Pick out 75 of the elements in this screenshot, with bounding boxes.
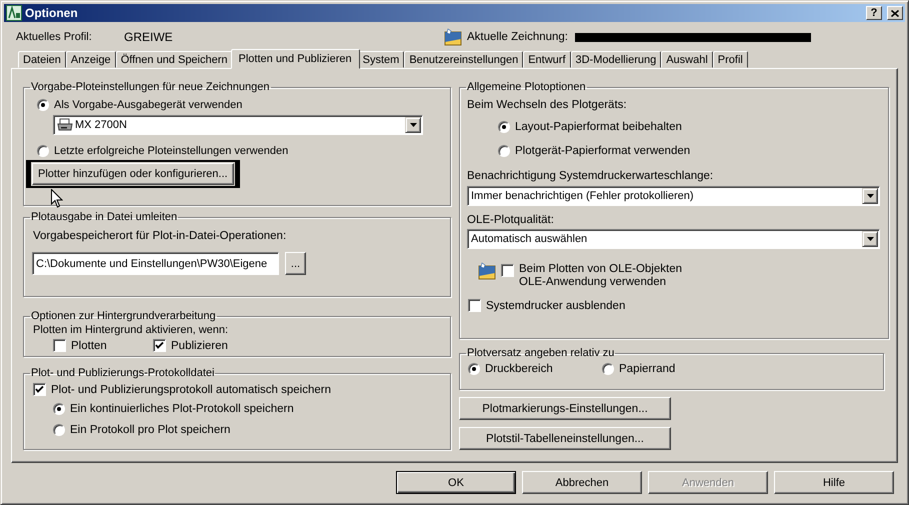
radio-button[interactable]: [498, 145, 510, 157]
app-icon: [6, 5, 22, 21]
settings-button[interactable]: Plotstil-Tabelleneinstellungen...: [459, 427, 671, 450]
window-title: Optionen: [25, 6, 79, 20]
radio-label: Als Vorgabe-Ausgabegerät verwenden: [54, 99, 242, 111]
caret-icon: [866, 194, 874, 198]
radio-label: Ein kontinuierliches Plot-Protokoll speichern: [70, 403, 294, 415]
checkbox-label: Beim Plotten von OLE-Objekten OLE-Anwendung verwenden: [519, 263, 682, 288]
checkbox-label: Publizieren: [171, 340, 228, 352]
tab[interactable]: Öffnen und Speichern: [116, 51, 233, 68]
section-label: Beim Wechseln des Plotgeräts:: [467, 99, 628, 111]
radio-label: Papierrand: [619, 363, 676, 375]
radio-button[interactable]: [468, 363, 480, 375]
dialog-button[interactable]: Abbrechen: [522, 471, 642, 494]
help-button[interactable]: ?: [866, 6, 882, 20]
radio-label: Letzte erfolgreiche Ploteinstellungen verwenden: [54, 145, 288, 157]
field-label: Vorgabespeicherort für Plot-in-Datei-Operationen:: [33, 230, 288, 242]
radio-button[interactable]: [37, 99, 49, 111]
dialog-button[interactable]: OK: [396, 471, 516, 494]
caret-icon: [410, 123, 416, 127]
settings-button[interactable]: Plotmarkierungs-Einstellungen...: [459, 397, 671, 420]
dropdown[interactable]: Automatisch auswählen: [467, 229, 880, 249]
dropdown-arrow-button[interactable]: [862, 188, 878, 204]
group-title: Plotausgabe in Datei umleiten: [30, 211, 178, 223]
path-field[interactable]: C:\Dokumente und Einstellungen\PW30\Eigene: [32, 252, 279, 275]
close-button[interactable]: [887, 6, 903, 20]
checkbox[interactable]: [53, 339, 66, 352]
radio-button[interactable]: [53, 403, 65, 415]
tab[interactable]: Profil: [712, 51, 748, 68]
browse-button[interactable]: ...: [285, 252, 306, 275]
checkbox[interactable]: [468, 299, 481, 312]
checkbox[interactable]: [33, 383, 46, 396]
section-label: Plotten im Hintergrund aktivieren, wenn:: [33, 324, 230, 336]
drawing-file-icon: [444, 28, 462, 46]
tab[interactable]: Anzeige: [66, 51, 116, 68]
radio-button[interactable]: [37, 145, 49, 157]
dropdown[interactable]: MX 2700N: [53, 115, 423, 135]
group-title: Plotversatz angeben relativ zu: [466, 347, 616, 359]
dropdown-arrow-button[interactable]: [405, 117, 421, 133]
tab[interactable]: 3D-Modellierung: [570, 51, 662, 68]
dialog-button[interactable]: Hilfe: [774, 471, 894, 494]
radio-label: Layout-Papierformat beibehalten: [515, 121, 682, 133]
tab[interactable]: Auswahl: [661, 51, 713, 68]
checkbox-label: Plot- und Publizierungsprotokoll automatisch speichern: [51, 384, 331, 396]
radio-button[interactable]: [53, 424, 65, 436]
section-label: OLE-Plotqualität:: [467, 214, 555, 226]
caret-icon: [866, 237, 874, 241]
printer-icon: [57, 118, 73, 132]
radio-button[interactable]: [498, 121, 510, 133]
checkbox[interactable]: [501, 264, 514, 277]
group-title: Allgemeine Plotoptionen: [466, 81, 587, 93]
profile-name: GREIWE: [124, 30, 174, 44]
drawing-label: Aktuelle Zeichnung:: [467, 31, 570, 43]
checkbox-label: Systemdrucker ausblenden: [486, 300, 626, 312]
tab[interactable]: System: [358, 51, 404, 68]
checkbox[interactable]: [153, 339, 166, 352]
radio-label: Plotgerät-Papierformat verwenden: [515, 145, 690, 157]
add-plotter-button[interactable]: Plotter hinzufügen oder konfigurieren...: [32, 163, 234, 185]
dropdown[interactable]: Immer benachrichtigen (Fehler protokollieren): [467, 186, 880, 206]
radio-button[interactable]: [602, 363, 614, 375]
dropdown-arrow-button[interactable]: [862, 231, 878, 247]
group-title: Vorgabe-Ploteinstellungen für neue Zeichnungen: [30, 81, 271, 93]
tab[interactable]: Dateien: [18, 51, 66, 68]
group-title: Plot- und Publizierungs-Protokolldatei: [30, 367, 216, 379]
tab[interactable]: Entwurf: [523, 51, 570, 68]
drawing-file-icon: [478, 262, 496, 280]
radio-label: Ein Protokoll pro Plot speichern: [70, 424, 230, 436]
group-title: Optionen zur Hintergrundverarbeitung: [30, 310, 217, 322]
close-icon: [891, 10, 899, 16]
profile-label: Aktuelles Profil:: [16, 31, 93, 43]
section-label: Benachrichtigung Systemdruckerwarteschlange:: [467, 170, 714, 182]
tab[interactable]: Benutzereinstellungen: [404, 51, 524, 68]
radio-label: Druckbereich: [485, 363, 553, 375]
tab[interactable]: Plotten und Publizieren: [230, 49, 360, 69]
checkbox-label: Plotten: [71, 340, 107, 352]
